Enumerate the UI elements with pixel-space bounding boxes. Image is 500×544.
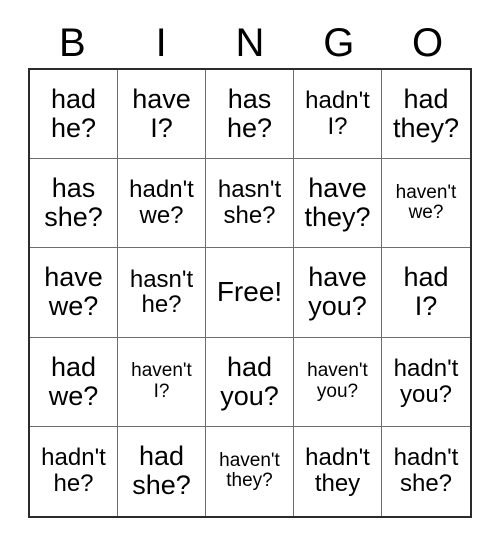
bingo-cell-r3c2[interactable]: hasn't he? [118, 248, 206, 338]
bingo-cell-r3c4[interactable]: have you? [294, 248, 382, 338]
bingo-cell-text: had they? [392, 83, 460, 144]
bingo-header-letter-g: G [323, 21, 355, 65]
bingo-cell-free-space[interactable]: Free! [206, 248, 294, 338]
bingo-cell-text: had she? [132, 441, 191, 501]
bingo-cell-text: haven't I? [131, 360, 192, 402]
bingo-cell-r5c5[interactable]: hadn't she? [382, 426, 470, 516]
bingo-cell-text: have they? [304, 173, 371, 233]
bingo-header-letter-b: B [59, 21, 86, 65]
bingo-cell-r1c1[interactable]: had he? [30, 70, 118, 160]
bingo-cell-r1c2[interactable]: have I? [118, 70, 206, 160]
bingo-cell-r5c4[interactable]: hadn't they [294, 426, 382, 516]
bingo-grid: had he? have I? has he? hadn't I? had they? h… [28, 68, 472, 518]
bingo-cell-text: hasn't he? [129, 265, 194, 319]
bingo-cell-text: have you? [308, 262, 367, 322]
bingo-cell-r4c2[interactable]: haven't I? [118, 337, 206, 427]
bingo-free-space-text: Free! [216, 276, 283, 308]
bingo-header-letter-i: I [155, 21, 167, 65]
bingo-header-letter-n: N [235, 21, 265, 65]
bingo-cell-r1c3[interactable]: has he? [206, 70, 294, 160]
bingo-cell-text: hadn't he? [41, 444, 106, 498]
bingo-cell-text: hadn't we? [129, 176, 194, 230]
bingo-cell-r5c1[interactable]: hadn't he? [30, 426, 118, 516]
bingo-cell-r4c1[interactable]: had we? [30, 337, 118, 427]
bingo-cell-r2c1[interactable]: has she? [30, 159, 118, 249]
bingo-cell-text: had I? [403, 262, 449, 322]
bingo-cell-r3c1[interactable]: have we? [30, 248, 118, 338]
bingo-cell-text: hadn't she? [393, 444, 459, 498]
bingo-cell-text: have I? [132, 83, 191, 144]
bingo-cell-text: had you? [220, 351, 279, 411]
bingo-cell-text: hadn't I? [305, 87, 370, 141]
bingo-cell-r1c5[interactable]: had they? [382, 70, 470, 160]
bingo-cell-r1c4[interactable]: hadn't I? [294, 70, 382, 160]
bingo-cell-text: haven't you? [307, 360, 368, 402]
bingo-cell-text: haven't they? [219, 449, 280, 492]
bingo-cell-r4c4[interactable]: haven't you? [294, 337, 382, 427]
bingo-cell-text: hadn't you? [393, 354, 459, 408]
bingo-cell-r4c5[interactable]: hadn't you? [382, 337, 470, 427]
bingo-cell-text: haven't we? [395, 181, 457, 224]
bingo-cell-text: hasn't she? [217, 176, 282, 230]
bingo-cell-r3c5[interactable]: had I? [382, 248, 470, 338]
bingo-cell-text: has she? [44, 173, 103, 233]
bingo-cell-text: have we? [44, 262, 103, 322]
bingo-cell-text: has he? [226, 83, 273, 144]
bingo-cell-r2c4[interactable]: have they? [294, 159, 382, 249]
bingo-cell-text: hadn't they [305, 444, 370, 498]
bingo-cell-r2c5[interactable]: haven't we? [382, 159, 470, 249]
bingo-cell-r5c2[interactable]: had she? [118, 426, 206, 516]
bingo-cell-r2c2[interactable]: hadn't we? [118, 159, 206, 249]
bingo-cell-r4c3[interactable]: had you? [206, 337, 294, 427]
bingo-cell-text: had we? [48, 351, 99, 411]
bingo-card: B I N G O had he? have I? has he? hadn't I? … [0, 0, 500, 544]
bingo-header-row: B I N G O [28, 18, 472, 68]
bingo-cell-text: had he? [50, 83, 97, 144]
bingo-cell-r5c3[interactable]: haven't they? [206, 426, 294, 516]
bingo-header-letter-o: O [412, 21, 444, 65]
bingo-cell-r2c3[interactable]: hasn't she? [206, 159, 294, 249]
